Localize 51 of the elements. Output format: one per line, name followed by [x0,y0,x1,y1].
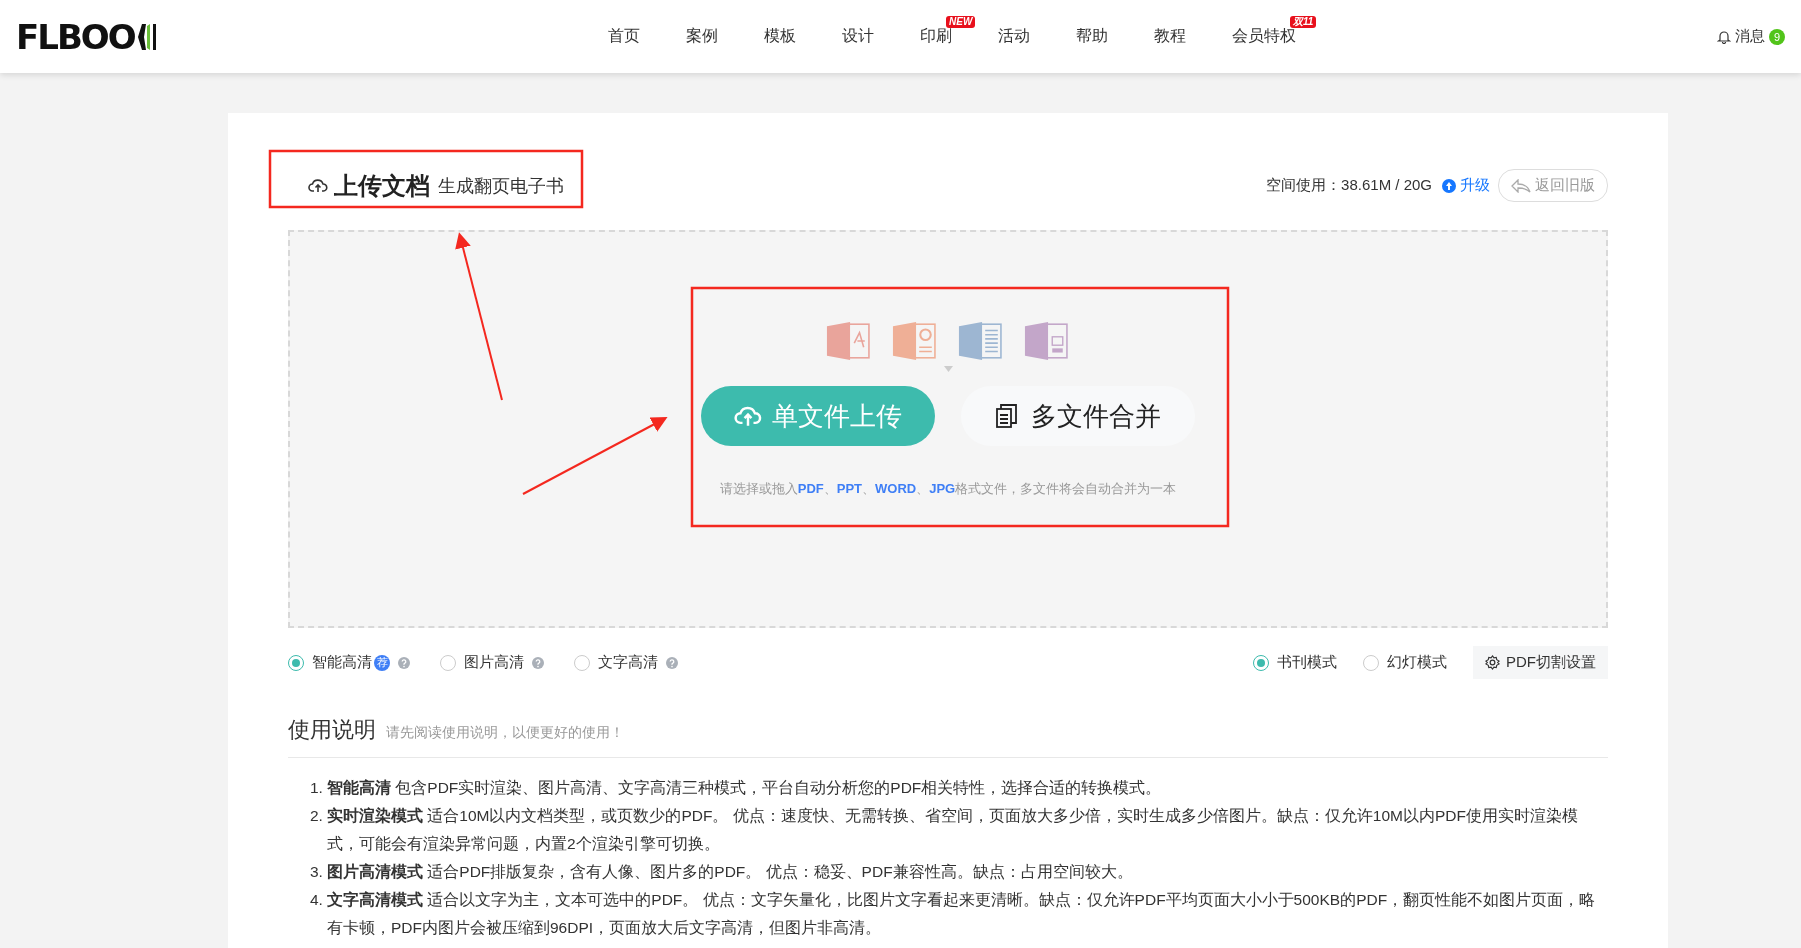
quality-radio-option[interactable]: 智能高清 荐 [288,653,410,672]
nav-link[interactable]: 首页 [606,23,642,48]
instructions-title: 使用说明 [288,716,376,744]
nav-link[interactable]: 设计 [840,23,876,48]
radio-button[interactable] [288,654,304,671]
quality-radio-option[interactable]: 文字高清 [574,653,678,672]
nav-badge: NEW [946,16,976,28]
settings-icon [1485,655,1500,670]
pdf-split-settings-button[interactable]: PDF切割设置 [1473,646,1608,679]
instruction-text: 实时渲染模式 适合10M以内文档类型，或页数少的PDF。 优点：速度快、无需转换、省空间，页面放大多少倍，实时生成多少倍图片。缺点：仅允许10M以内PDF使用实时渲染模式，可能会有渲染异常问题，内置2个渲染引擎可切换。 [327,806,1579,854]
message-count-badge: 9 [1769,28,1785,45]
logo-icon [135,21,158,52]
nav-link[interactable]: 活动 [996,23,1032,48]
page-subtitle: 生成翻页电子书 [438,174,564,198]
nav-badge: 双11 [1290,16,1317,28]
radio-button[interactable] [574,654,590,671]
caret-icon [943,366,953,372]
mode-radio-option[interactable]: 幻灯模式 [1363,653,1447,672]
upload-cloud-icon [308,177,328,194]
mode-radio-option[interactable]: 书刊模式 [1253,653,1337,672]
list-number: 4. [310,890,324,910]
upgrade-icon [1442,178,1456,193]
help-icon[interactable] [398,656,410,669]
nav-link[interactable]: 教程 [1152,23,1188,48]
list-number: 3. [310,862,324,882]
back-arrow-icon [1511,178,1531,193]
radio-button[interactable] [1253,654,1269,671]
space-usage-text: 空间使用：38.61M / 20G [1266,176,1432,195]
instruction-text: 智能高清 包含PDF实时渲染、图片高清、文字高清三种模式，平台自动分析您的PDF相关特性，选择合适的转换模式。 [327,778,1162,798]
nav-link[interactable]: 模板 [762,23,798,48]
list-number: 1. [310,778,324,798]
documents-icon [995,403,1019,429]
page-title: 上传文档 [334,170,430,201]
recommend-badge: 荐 [374,654,390,671]
nav-link[interactable]: 帮助 [1074,23,1110,48]
instructions-subtitle: 请先阅读使用说明，以便更好的使用！ [386,724,624,742]
list-number: 2. [310,806,324,826]
logo-text: FLBOO [16,16,135,57]
help-icon[interactable] [532,656,544,669]
instruction-text: 文字高清模式 适合以文字为主，文本可选中的PDF。 优点：文字矢量化，比图片文字看起来更清晰。缺点：仅允许PDF平均页面大小小于500KB的PDF，翻页性能不如图片页面，略有卡顿，PDF内图片会被压缩到96DPI，页面放大后文字高清，但图片非高清。 [327,890,1597,938]
radio-button[interactable] [440,654,456,671]
instruction-text: 图片高清模式 适合PDF排版复杂，含有人像、图片多的PDF。 优点：稳妥、PDF兼容性高。缺点：占用空间较大。 [327,862,1133,882]
nav-link[interactable]: 案例 [684,23,720,48]
upload-cloud-icon [734,405,762,427]
upgrade-link[interactable]: 升级 [1442,176,1490,195]
merge-files-button[interactable]: 多文件合并 [961,386,1195,446]
radio-button[interactable] [1363,654,1379,671]
quality-radio-option[interactable]: 图片高清 [440,653,544,672]
help-icon[interactable] [666,656,678,669]
messages-link[interactable]: 消息 [1735,27,1765,46]
bell-icon[interactable] [1717,29,1731,44]
